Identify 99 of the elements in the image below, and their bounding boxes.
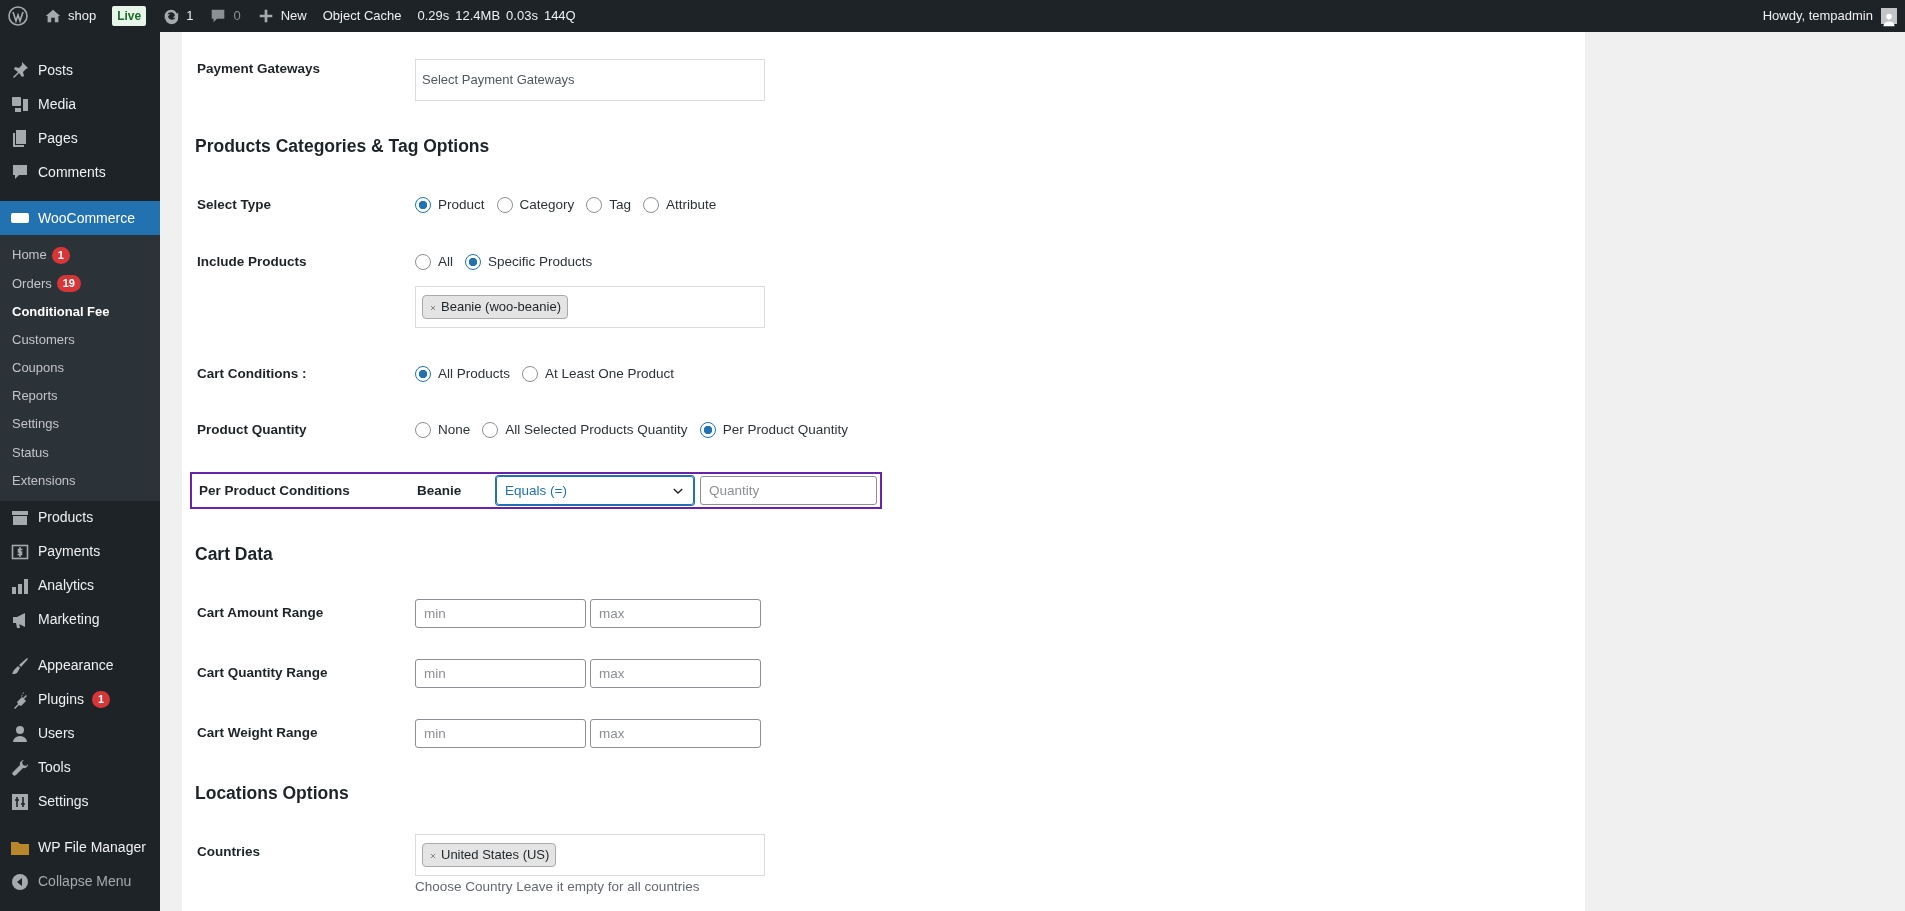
- home-icon: [44, 7, 62, 25]
- field-label: Cart Quantity Range: [196, 663, 329, 682]
- select-field[interactable]: Select Payment Gateways: [415, 59, 765, 101]
- sidebar-item[interactable]: Posts: [0, 53, 160, 87]
- operator-dropdown[interactable]: Equals (=): [496, 476, 694, 506]
- avatar-icon: [1881, 8, 1897, 24]
- min-field[interactable]: min: [415, 598, 586, 628]
- min-field[interactable]: min: [415, 658, 586, 688]
- field-label: Cart Weight Range: [196, 723, 319, 742]
- multi-select-field[interactable]: Beanie (woo-beanie): [415, 285, 765, 328]
- submenu-item[interactable]: Status: [0, 438, 160, 467]
- field-label: Cart Conditions :: [196, 364, 308, 383]
- field-label: Include Products: [196, 252, 308, 271]
- remove-icon[interactable]: [429, 851, 437, 860]
- radio-button[interactable]: [465, 253, 481, 270]
- submenu-item[interactable]: Coupons: [0, 353, 160, 382]
- submenu-item[interactable]: Settings: [0, 410, 160, 439]
- count-badge: 1: [51, 246, 70, 264]
- sidebar-item[interactable]: WooCommerce: [0, 201, 160, 235]
- section-heading: Products Categories & Tag Options: [195, 135, 491, 158]
- radio-option[interactable]: Attribute: [643, 195, 717, 216]
- count-badge: 1: [91, 691, 111, 709]
- quantity-field[interactable]: Quantity: [700, 476, 877, 506]
- sidebar-item[interactable]: Marketing: [0, 602, 160, 637]
- count-badge: 19: [56, 274, 81, 292]
- query-monitor-link[interactable]: 0.29s 12.4MB 0.03s 144Q: [417, 6, 576, 26]
- radio-button[interactable]: [522, 365, 539, 382]
- product-name: Beanie: [417, 481, 463, 500]
- collapse-icon: [10, 871, 30, 892]
- field-label: Payment Gateways: [196, 60, 322, 78]
- account-link[interactable]: Howdy, tempadmin: [1762, 6, 1873, 26]
- radio-option[interactable]: Category: [496, 195, 575, 216]
- media-icon: [10, 94, 30, 114]
- selected-tag: Beanie (woo-beanie): [422, 295, 568, 319]
- radio-option[interactable]: All: [415, 251, 453, 272]
- section-heading: Cart Data: [195, 543, 274, 567]
- sidebar-item[interactable]: WP File Manager: [0, 830, 160, 865]
- submenu-item[interactable]: Customers: [0, 325, 160, 354]
- submenu-item[interactable]: Conditional Fee: [0, 297, 160, 326]
- sidebar-item[interactable]: Pages: [0, 121, 160, 155]
- brush-icon: [10, 655, 30, 676]
- object-cache-link[interactable]: Object Cache: [322, 6, 402, 26]
- multi-select-field[interactable]: United States (US): [415, 833, 765, 876]
- field-label: Countries: [196, 842, 261, 861]
- radio-button[interactable]: [586, 197, 603, 214]
- radio-option[interactable]: None: [415, 420, 471, 441]
- radio-option[interactable]: Tag: [586, 195, 632, 216]
- field-label: Select Type: [196, 196, 273, 215]
- site-name-link[interactable]: shop: [44, 6, 97, 26]
- max-field[interactable]: max: [590, 598, 761, 628]
- radio-option[interactable]: Product: [415, 195, 485, 216]
- max-field[interactable]: max: [590, 658, 761, 688]
- max-field[interactable]: max: [590, 718, 761, 748]
- radio-option[interactable]: All Products: [415, 363, 511, 384]
- min-field[interactable]: min: [415, 718, 586, 748]
- wordpress-logo-icon[interactable]: [8, 6, 28, 26]
- refresh-icon: [162, 7, 181, 25]
- radio-button[interactable]: [643, 197, 660, 214]
- submenu-item[interactable]: Home 1: [0, 241, 160, 270]
- field-label: Product Quantity: [196, 421, 308, 439]
- radio-button[interactable]: [415, 422, 431, 439]
- radio-button[interactable]: [415, 253, 431, 270]
- new-link[interactable]: New: [256, 6, 307, 26]
- sidebar-item[interactable]: Payments: [0, 534, 160, 569]
- section-heading: Locations Options: [195, 781, 350, 805]
- sidebar-item[interactable]: Collapse Menu: [0, 864, 160, 899]
- radio-option[interactable]: At Least One Product: [522, 363, 675, 384]
- radio-option[interactable]: All Selected Products Quantity: [482, 420, 688, 441]
- sliders-icon: [10, 791, 30, 812]
- radio-button[interactable]: [699, 422, 716, 439]
- submenu-item[interactable]: Extensions: [0, 466, 160, 495]
- sidebar-item[interactable]: Plugins 1: [0, 682, 160, 717]
- help-text: Choose Country Leave it empty for all countries: [415, 878, 701, 895]
- radio-button[interactable]: [482, 422, 499, 439]
- submenu-item[interactable]: Orders 19: [0, 269, 160, 298]
- comments-link[interactable]: 0: [209, 6, 241, 26]
- sidebar-item[interactable]: Analytics: [0, 568, 160, 603]
- live-badge: Live: [112, 6, 147, 26]
- radio-option[interactable]: Specific Products: [465, 251, 593, 272]
- selected-tag: United States (US): [422, 843, 557, 867]
- field-label: Per Product Conditions: [198, 481, 351, 500]
- radio-option[interactable]: Per Product Quantity: [699, 420, 848, 441]
- wrench-icon: [10, 757, 30, 778]
- sidebar-item[interactable]: Settings: [0, 784, 160, 819]
- remove-icon[interactable]: [429, 303, 437, 312]
- sidebar-item[interactable]: Comments: [0, 155, 160, 189]
- sidebar-item[interactable]: Media: [0, 87, 160, 121]
- updates-link[interactable]: 1: [162, 6, 194, 26]
- submenu-item[interactable]: Reports: [0, 381, 160, 411]
- radio-button[interactable]: [415, 197, 431, 214]
- sidebar-item[interactable]: Products: [0, 500, 160, 535]
- field-label: Cart Amount Range: [196, 603, 325, 622]
- radio-button[interactable]: [415, 365, 431, 382]
- sidebar-item[interactable]: Appearance: [0, 648, 160, 683]
- radio-button[interactable]: [496, 197, 513, 214]
- user-icon: [10, 723, 30, 744]
- sidebar-item[interactable]: Tools: [0, 750, 160, 785]
- comment-icon: [10, 162, 30, 182]
- sidebar-item[interactable]: Users: [0, 716, 160, 751]
